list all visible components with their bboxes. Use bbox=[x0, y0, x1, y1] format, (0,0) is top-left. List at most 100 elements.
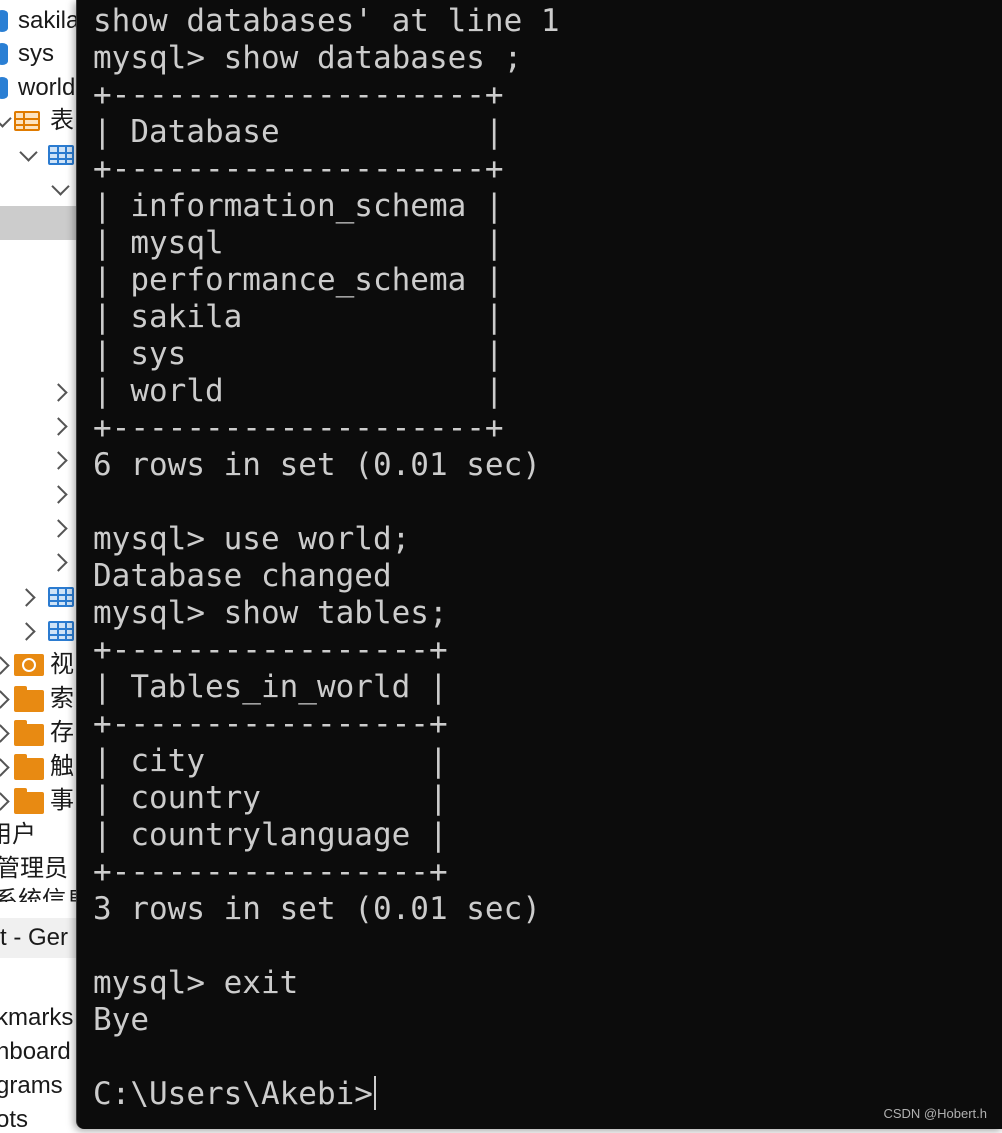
nav-item-label: 表 bbox=[50, 107, 74, 134]
nav-item-indexes[interactable]: 索 bbox=[0, 682, 80, 716]
nav-item-collapsed[interactable] bbox=[0, 545, 80, 579]
nav-item-columns[interactable] bbox=[0, 172, 80, 206]
terminal-prompt-line[interactable]: C:\Users\Akebi> bbox=[93, 1076, 560, 1113]
terminal-line: +-----------------+ bbox=[93, 706, 448, 742]
nav-item-label: 触 bbox=[50, 753, 74, 780]
terminal-line: | mysql | bbox=[93, 225, 504, 261]
chevron-right-icon[interactable] bbox=[49, 417, 68, 436]
folder-icon bbox=[14, 754, 44, 780]
terminal-line: | information_schema | bbox=[93, 188, 504, 224]
terminal-line: | sys | bbox=[93, 336, 504, 372]
nav-item-bookmarks[interactable]: kmarks bbox=[0, 1001, 73, 1035]
nav-item-triggers[interactable]: 触 bbox=[0, 750, 80, 784]
nav-item-collapsed[interactable] bbox=[0, 511, 80, 545]
nav-item-admin[interactable]: 管理员 bbox=[0, 852, 68, 886]
terminal-line: 3 rows in set (0.01 sec) bbox=[93, 891, 541, 927]
nav-item-label: ots bbox=[0, 1106, 29, 1133]
nav-item-label: grams bbox=[0, 1072, 63, 1099]
nav-item-label: 管理员 bbox=[0, 855, 68, 882]
nav-item-label: hboard bbox=[0, 1038, 71, 1065]
terminal-line: +-----------------+ bbox=[93, 854, 448, 890]
terminal-line: Database changed bbox=[93, 558, 392, 594]
terminal-line: +--------------------+ bbox=[93, 77, 504, 113]
table-icon bbox=[48, 621, 74, 641]
nav-item-label: kmarks bbox=[0, 1004, 74, 1031]
selected-row-highlight bbox=[0, 206, 80, 240]
watermark: CSDN @Hobert.h bbox=[883, 1106, 987, 1121]
terminal-output[interactable]: show databases' at line 1 mysql> show dat… bbox=[93, 3, 560, 1113]
terminal-line: 6 rows in set (0.01 sec) bbox=[93, 447, 541, 483]
nav-item-snapshots[interactable]: ots bbox=[0, 1103, 28, 1133]
chevron-right-icon[interactable] bbox=[17, 588, 36, 607]
nav-item-collapsed[interactable] bbox=[0, 477, 80, 511]
terminal-line: mysql> show tables; bbox=[93, 595, 448, 631]
terminal-line: mysql> use world; bbox=[93, 521, 411, 557]
chevron-down-icon[interactable] bbox=[51, 177, 70, 196]
terminal-line: | Database | bbox=[93, 114, 504, 150]
nav-item-label: 系统信息 bbox=[0, 887, 80, 902]
chevron-right-icon[interactable] bbox=[49, 519, 68, 538]
nav-item-collapsed[interactable] bbox=[0, 409, 80, 443]
chevron-right-icon[interactable] bbox=[17, 622, 36, 641]
nav-item-label: sys bbox=[18, 40, 54, 67]
nav-item-tables[interactable]: 表 bbox=[0, 104, 80, 138]
navigator-panel: sakila sys world 表 视 索 存 触 事 户 管理员 系统信息 … bbox=[0, 0, 80, 1133]
text-cursor bbox=[373, 1076, 376, 1110]
nav-item-label: world bbox=[18, 74, 76, 101]
terminal-line: | city | bbox=[93, 743, 448, 779]
window-tab[interactable]: t - Ger bbox=[0, 921, 68, 955]
database-icon bbox=[0, 10, 8, 32]
terminal-line: +--------------------+ bbox=[93, 151, 504, 187]
nav-item-events[interactable]: 事 bbox=[0, 784, 80, 818]
chevron-right-icon[interactable] bbox=[49, 451, 68, 470]
chevron-right-icon[interactable] bbox=[0, 792, 10, 811]
nav-item-label: 事 bbox=[50, 787, 74, 814]
nav-item-label: 视 bbox=[50, 651, 74, 678]
chevron-right-icon[interactable] bbox=[49, 485, 68, 504]
terminal-line: mysql> show databases ; bbox=[93, 40, 523, 76]
chevron-right-icon[interactable] bbox=[49, 383, 68, 402]
chevron-right-icon[interactable] bbox=[0, 724, 10, 743]
nav-item-sysinfo[interactable]: 系统信息 bbox=[0, 884, 80, 902]
nav-item-programs[interactable]: grams bbox=[0, 1069, 63, 1103]
nav-item-table[interactable] bbox=[0, 614, 80, 648]
chevron-right-icon[interactable] bbox=[0, 758, 10, 777]
view-icon bbox=[14, 654, 44, 676]
nav-item-label: 索 bbox=[50, 685, 74, 712]
nav-item-users[interactable]: 用户 bbox=[0, 818, 36, 852]
nav-item-collapsed[interactable] bbox=[0, 443, 80, 477]
terminal-window[interactable]: show databases' at line 1 mysql> show dat… bbox=[76, 0, 1002, 1129]
chevron-right-icon[interactable] bbox=[0, 656, 10, 675]
table-icon bbox=[48, 145, 74, 165]
terminal-line: mysql> exit bbox=[93, 965, 299, 1001]
terminal-line: | world | bbox=[93, 373, 504, 409]
database-icon bbox=[0, 43, 8, 65]
database-icon bbox=[0, 77, 8, 99]
nav-item-views[interactable]: 视 bbox=[0, 648, 80, 682]
table-icon bbox=[48, 587, 74, 607]
folder-icon bbox=[14, 686, 44, 712]
folder-icon bbox=[14, 720, 44, 746]
nav-item-procedures[interactable]: 存 bbox=[0, 716, 80, 750]
terminal-line: | sakila | bbox=[93, 299, 504, 335]
terminal-line: | countrylanguage | bbox=[93, 817, 448, 853]
chevron-right-icon[interactable] bbox=[49, 553, 68, 572]
nav-item-table[interactable] bbox=[0, 580, 80, 614]
terminal-prompt: C:\Users\Akebi> bbox=[93, 1076, 373, 1112]
folder-icon bbox=[14, 788, 44, 814]
nav-item-collapsed[interactable] bbox=[0, 375, 80, 409]
terminal-line: | Tables_in_world | bbox=[93, 669, 448, 705]
chevron-right-icon[interactable] bbox=[0, 690, 10, 709]
terminal-line: +--------------------+ bbox=[93, 410, 504, 446]
chevron-down-icon[interactable] bbox=[0, 109, 12, 128]
terminal-line: | country | bbox=[93, 780, 448, 816]
nav-item-label: sakila bbox=[18, 7, 80, 34]
table-group-icon bbox=[14, 111, 40, 131]
terminal-line: | performance_schema | bbox=[93, 262, 504, 298]
chevron-down-icon[interactable] bbox=[19, 143, 38, 162]
terminal-line: +-----------------+ bbox=[93, 632, 448, 668]
nav-item-table[interactable] bbox=[0, 138, 80, 172]
nav-item-dashboard[interactable]: hboard bbox=[0, 1035, 71, 1069]
